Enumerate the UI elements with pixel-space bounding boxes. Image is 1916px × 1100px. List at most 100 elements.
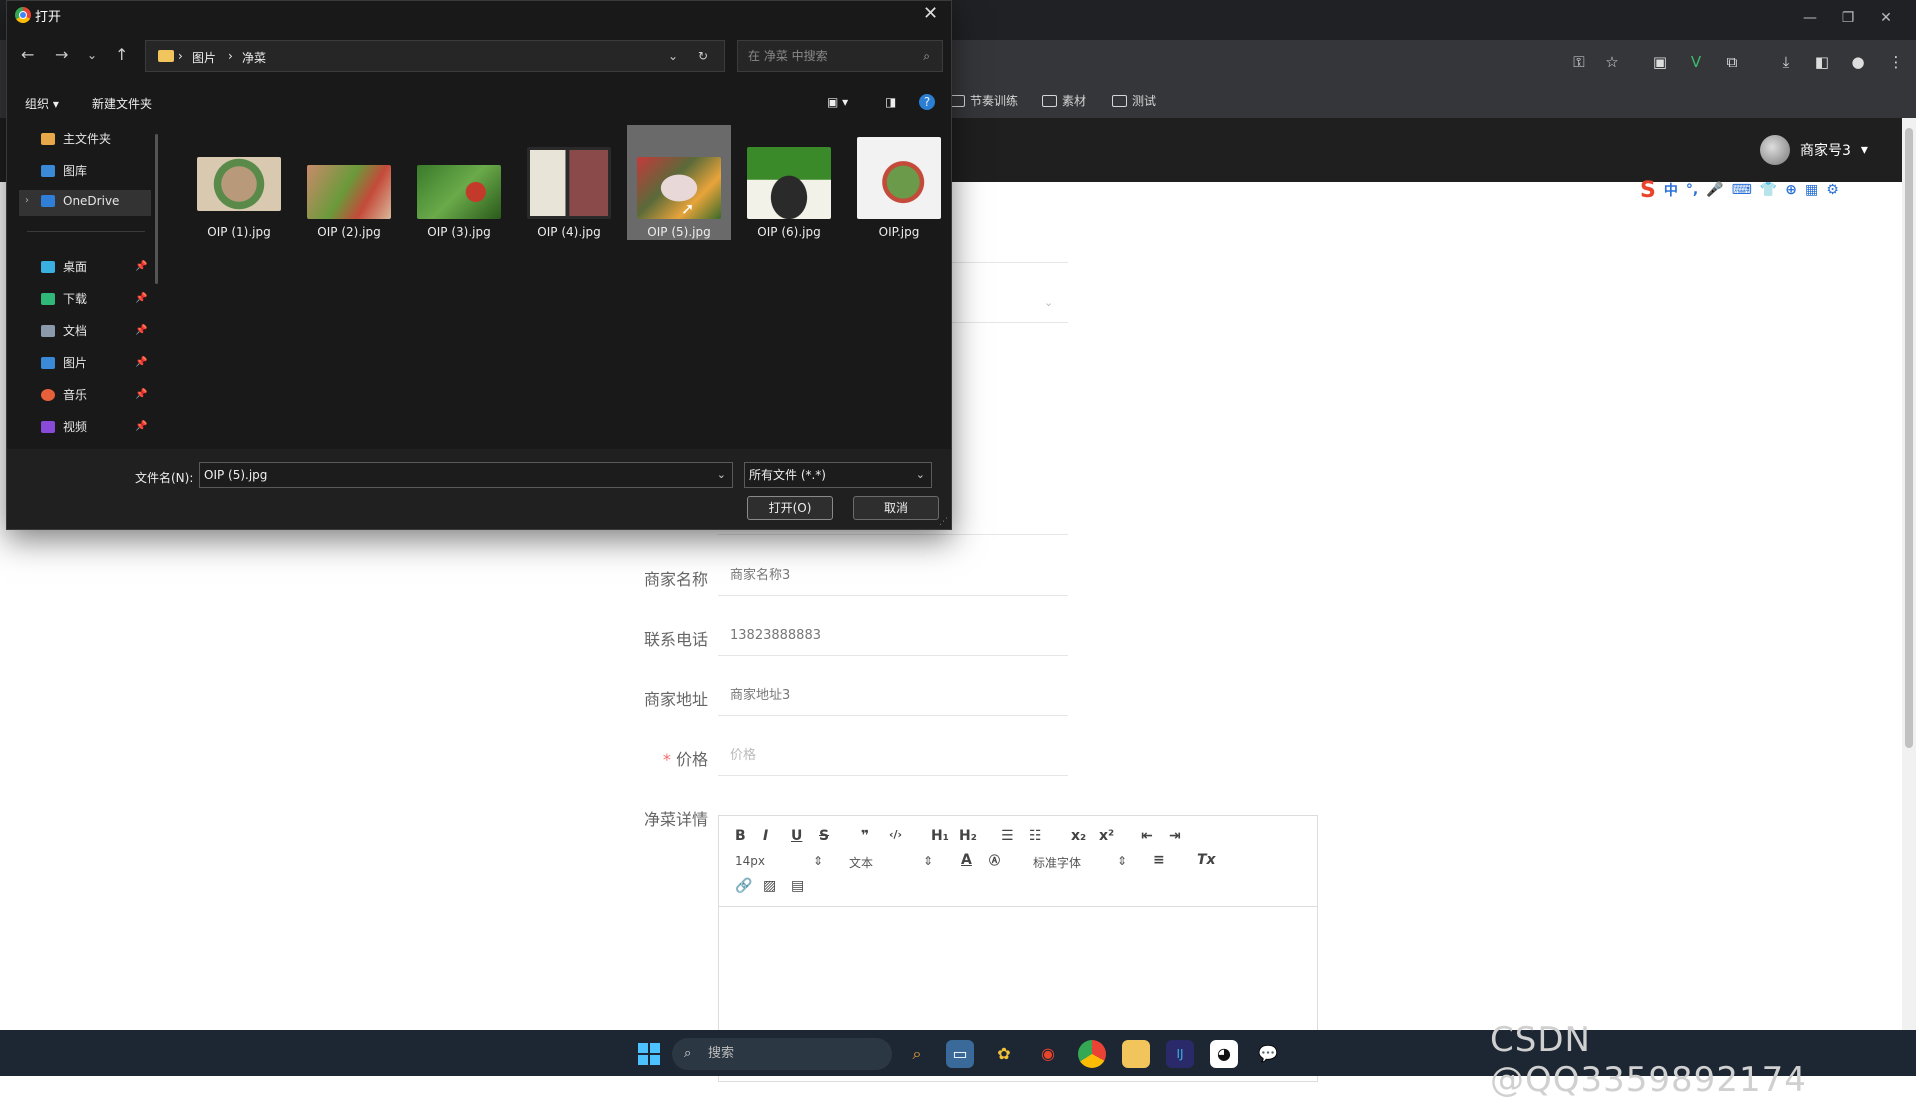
chrome-taskbar-icon[interactable] bbox=[1078, 1040, 1106, 1068]
blockquote-icon[interactable]: ❞ bbox=[861, 828, 869, 844]
vue-devtools-icon[interactable]: V bbox=[1684, 50, 1708, 74]
font-color-icon[interactable]: A bbox=[961, 852, 972, 868]
file-item[interactable]: OIP (3).jpg bbox=[407, 125, 511, 240]
view-mode-icon[interactable]: ▣ ▾ bbox=[827, 95, 848, 109]
ime-chinese-mode-icon[interactable]: 中 bbox=[1664, 180, 1678, 200]
superscript-icon[interactable]: x² bbox=[1099, 828, 1114, 844]
address-bar[interactable]: › 图片 › 净菜 ⌄ ↻ bbox=[145, 40, 725, 72]
preview-pane-icon[interactable]: ◨ bbox=[885, 95, 896, 109]
recent-chevron-icon[interactable]: ⌄ bbox=[87, 48, 97, 62]
back-arrow-icon[interactable]: ← bbox=[21, 45, 34, 64]
subscript-icon[interactable]: x₂ bbox=[1071, 828, 1086, 844]
paw-app-icon[interactable]: ✿ bbox=[990, 1040, 1018, 1068]
clear-format-icon[interactable]: Tx bbox=[1197, 852, 1216, 868]
password-key-icon[interactable]: ⚿ bbox=[1567, 50, 1591, 74]
price-input[interactable]: 价格 bbox=[718, 736, 1068, 776]
search-input[interactable]: 在 净菜 中搜索 ⌕ bbox=[737, 40, 943, 72]
filename-input[interactable]: OIP (5).jpg ⌄ bbox=[199, 462, 733, 488]
address-input[interactable]: 商家地址3 bbox=[718, 676, 1068, 716]
cancel-button[interactable]: 取消 bbox=[853, 496, 939, 520]
close-icon[interactable]: ✕ bbox=[923, 3, 938, 24]
bold-icon[interactable]: B bbox=[735, 828, 746, 844]
bookmark-folder[interactable]: 节奏训练 bbox=[950, 92, 1018, 109]
heading2-icon[interactable]: H₂ bbox=[959, 828, 977, 844]
image-icon[interactable]: ▨ bbox=[763, 878, 776, 894]
new-folder-button[interactable]: 新建文件夹 bbox=[92, 95, 152, 112]
ordered-list-icon[interactable]: ☰ bbox=[1001, 828, 1014, 844]
swirl-app-icon[interactable]: ◉ bbox=[1034, 1040, 1062, 1068]
nav-item-desktop[interactable]: 桌面 bbox=[41, 258, 87, 275]
breadcrumb-current[interactable]: 净菜 bbox=[242, 49, 266, 66]
ide-app-icon[interactable]: IJ bbox=[1166, 1040, 1194, 1068]
help-icon[interactable]: ? bbox=[919, 94, 935, 110]
nav-scrollbar[interactable] bbox=[155, 134, 158, 284]
align-icon[interactable]: ≡ bbox=[1153, 852, 1165, 868]
forward-arrow-icon[interactable]: → bbox=[55, 45, 68, 64]
underline-icon[interactable]: U bbox=[791, 828, 802, 844]
heading1-icon[interactable]: H₁ bbox=[931, 828, 949, 844]
remote-desktop-icon[interactable]: ▭ bbox=[946, 1040, 974, 1068]
nav-item-onedrive[interactable]: OneDrive bbox=[41, 194, 119, 208]
bookmark-folder[interactable]: 测试 bbox=[1112, 92, 1156, 109]
ime-keyboard-icon[interactable]: ⌨ bbox=[1732, 182, 1752, 198]
restore-icon[interactable]: ❐ bbox=[1834, 8, 1862, 28]
organize-button[interactable]: 组织 ▾ bbox=[25, 95, 59, 112]
resize-grip-icon[interactable]: ⋰ bbox=[939, 517, 948, 527]
bullet-list-icon[interactable]: ☷ bbox=[1029, 828, 1042, 844]
outdent-icon[interactable]: ⇤ bbox=[1141, 828, 1153, 844]
background-color-icon[interactable]: Ⓐ bbox=[989, 852, 1000, 868]
file-item[interactable]: OIP (1).jpg bbox=[187, 125, 291, 240]
ime-settings-icon[interactable]: ⚙ bbox=[1826, 182, 1839, 198]
expand-chevron-icon[interactable]: › bbox=[25, 195, 29, 206]
ime-game-icon[interactable]: ⊕ bbox=[1785, 182, 1797, 198]
ime-voice-icon[interactable]: 🎤 bbox=[1706, 182, 1723, 198]
start-button-icon[interactable] bbox=[638, 1043, 660, 1065]
browser-menu-icon[interactable]: ⋮ bbox=[1884, 50, 1908, 74]
indent-icon[interactable]: ⇥ bbox=[1169, 828, 1181, 844]
merchant-name-input[interactable]: 商家名称3 bbox=[718, 556, 1068, 596]
open-button[interactable]: 打开(O) bbox=[747, 496, 833, 520]
file-item[interactable]: OIP (6).jpg bbox=[737, 125, 841, 240]
phone-input[interactable]: 13823888883 bbox=[718, 616, 1068, 656]
up-arrow-icon[interactable]: ↑ bbox=[115, 45, 128, 64]
chat-app-icon[interactable]: 💬 bbox=[1254, 1040, 1282, 1068]
minimize-icon[interactable]: — bbox=[1796, 8, 1824, 28]
qq-app-icon[interactable]: ◕ bbox=[1210, 1040, 1238, 1068]
bookmark-folder[interactable]: 素材 bbox=[1042, 92, 1086, 109]
refresh-icon[interactable]: ↻ bbox=[698, 49, 708, 63]
link-icon[interactable]: 🔗 bbox=[735, 878, 752, 894]
file-item[interactable]: OIP.jpg bbox=[847, 125, 951, 240]
font-family-select[interactable]: 标准字体 bbox=[1033, 854, 1081, 871]
taskbar-search[interactable]: ⌕ 搜索 bbox=[672, 1038, 892, 1070]
nav-item-music[interactable]: 音乐 bbox=[41, 386, 87, 403]
filetype-select[interactable]: 所有文件 (*.*) ⌄ bbox=[744, 462, 932, 488]
user-menu[interactable]: 商家号3 ▾ bbox=[1760, 135, 1868, 165]
nav-item-documents[interactable]: 文档 bbox=[41, 322, 87, 339]
nav-item-home[interactable]: 主文件夹 bbox=[41, 130, 111, 147]
code-icon[interactable]: ‹/› bbox=[889, 828, 902, 841]
strikethrough-icon[interactable]: S bbox=[819, 828, 829, 844]
nav-item-downloads[interactable]: 下载 bbox=[41, 290, 87, 307]
file-item[interactable]: OIP (2).jpg bbox=[297, 125, 401, 240]
ime-skin-icon[interactable]: 👕 bbox=[1760, 182, 1777, 198]
chevron-down-icon[interactable]: ⌄ bbox=[1044, 296, 1053, 309]
search-app-icon[interactable]: ⌕ bbox=[903, 1040, 931, 1068]
file-item[interactable]: OIP (4).jpg bbox=[517, 125, 621, 240]
puzzle-icon[interactable]: ⧉ bbox=[1720, 50, 1744, 74]
side-panel-icon[interactable]: ◧ bbox=[1810, 50, 1834, 74]
page-scrollbar-thumb[interactable] bbox=[1905, 128, 1913, 748]
nav-item-gallery[interactable]: 图库 bbox=[41, 162, 87, 179]
nav-item-videos[interactable]: 视频 bbox=[41, 418, 87, 435]
chevron-down-icon[interactable]: ⌄ bbox=[668, 49, 678, 63]
ime-apps-icon[interactable]: ▦ bbox=[1805, 182, 1818, 198]
download-icon[interactable]: ⤓ bbox=[1774, 50, 1798, 74]
italic-icon[interactable]: I bbox=[763, 828, 768, 844]
close-window-icon[interactable]: ✕ bbox=[1872, 8, 1900, 28]
chevron-down-icon[interactable]: ⌄ bbox=[717, 463, 726, 487]
sogou-logo-icon[interactable]: S bbox=[1640, 178, 1656, 203]
font-size-select[interactable]: 14px bbox=[735, 854, 765, 868]
nav-item-pictures[interactable]: 图片 bbox=[41, 354, 87, 371]
block-type-select[interactable]: 文本 bbox=[849, 854, 873, 871]
breadcrumb-pictures[interactable]: 图片 bbox=[192, 49, 216, 66]
profile-avatar-icon[interactable]: ● bbox=[1846, 50, 1870, 74]
